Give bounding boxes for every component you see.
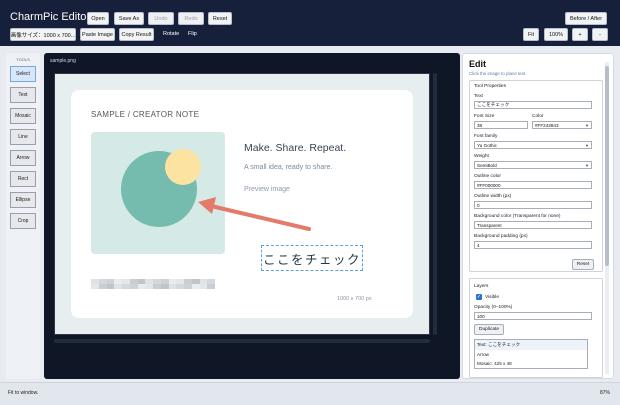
canvas-area[interactable]: sample.png SAMPLE / CREATOR NOTE Make. S… [44, 53, 460, 379]
chevron-down-icon: ▼ [585, 142, 589, 148]
layer-item[interactable]: Arrow [475, 350, 587, 360]
panel-scrollbar-thumb[interactable] [605, 66, 609, 266]
text-input[interactable]: ここをチェック [474, 101, 592, 109]
color-value: #FF243843 [535, 122, 559, 128]
font-family-value: Yu Gothic [477, 142, 497, 148]
outline-color-label: Outline color [474, 174, 501, 179]
image-canvas[interactable]: SAMPLE / CREATOR NOTE Make. Share. Repea… [54, 73, 430, 335]
outline-width-input[interactable]: 0 [474, 201, 592, 209]
undo-button[interactable]: Undo [148, 12, 174, 25]
layer-item[interactable]: Text: ここをチェック [475, 340, 587, 350]
tool-crop-button[interactable]: Crop [10, 213, 36, 229]
canvas-vertical-scrollbar[interactable] [433, 73, 437, 335]
before-after-button[interactable]: Before / After [565, 12, 607, 25]
properties-reset-button[interactable]: Reset [572, 259, 594, 270]
font-family-label: Font family [474, 134, 498, 139]
outline-color-input[interactable]: #FF000000 [474, 181, 592, 189]
tools-title: TOOLS [16, 57, 30, 62]
tool-text-button[interactable]: Text [10, 87, 36, 103]
status-bar: Fit to window. 87% [0, 382, 620, 405]
color-select[interactable]: #FF243843 ▼ [532, 121, 592, 129]
background-padding-label: Background padding (px) [474, 234, 528, 239]
opacity-label: Opacity (0–100%) [474, 305, 513, 310]
opacity-input[interactable]: 100 [474, 312, 592, 320]
font-family-select[interactable]: Yu Gothic ▼ [474, 141, 592, 149]
chevron-down-icon: ▼ [585, 122, 589, 128]
open-button[interactable]: Open [87, 12, 109, 25]
app-title: CharmPic Editor [10, 11, 91, 23]
visible-checkbox[interactable]: ✓ [476, 294, 482, 300]
file-name-label: sample.png [50, 58, 76, 64]
text-label: Text [474, 94, 483, 99]
save-as-button[interactable]: Save As [114, 12, 144, 25]
tool-properties-section: Tool Properties Text ここをチェック Font Size 3… [469, 80, 603, 272]
layers-section: Layers ✓ Visible Opacity (0–100%) 100 Du… [469, 278, 603, 378]
tools-panel: TOOLS Select Text Mosaic Line Arrow Rect… [6, 53, 40, 379]
zoom-out-button[interactable]: - [592, 28, 608, 41]
layer-item[interactable]: Mosaic: 425 x 48 [475, 359, 587, 368]
chevron-down-icon: ▼ [585, 162, 589, 168]
weight-value: SemiBold [477, 162, 497, 168]
arrow-head [198, 197, 216, 214]
edit-panel: Edit Click the image to place text. Tool… [462, 53, 614, 379]
background-padding-input[interactable]: 4 [474, 241, 592, 249]
redo-button[interactable]: Redo [178, 12, 204, 25]
arrow-shaft [209, 204, 311, 231]
duplicate-button[interactable]: Duplicate [474, 324, 504, 335]
tool-arrow-button[interactable]: Arrow [10, 150, 36, 166]
zoom-level-button[interactable]: 100% [544, 28, 568, 41]
tool-properties-title: Tool Properties [474, 84, 506, 89]
background-color-label: Background color (Transparent for none) [474, 214, 561, 219]
edit-title: Edit [469, 59, 486, 69]
fit-button[interactable]: Fit [523, 28, 539, 41]
visible-label: Visible [485, 295, 500, 300]
rotate-button[interactable]: Rotate [163, 31, 179, 37]
zoom-in-button[interactable]: + [572, 28, 588, 41]
copy-result-button[interactable]: Copy Result [119, 28, 154, 41]
status-message: Fit to window. [8, 390, 39, 396]
edit-hint: Click the image to place text. [469, 71, 527, 76]
tool-select-button[interactable]: Select [10, 66, 36, 82]
tool-mosaic-button[interactable]: Mosaic [10, 108, 36, 124]
tool-line-button[interactable]: Line [10, 129, 36, 145]
font-size-input[interactable]: 38 [474, 121, 528, 129]
layers-title: Layers [474, 284, 489, 289]
status-zoom: 87% [599, 390, 610, 396]
weight-label: Weight [474, 154, 489, 159]
background-color-input[interactable]: Transparent [474, 221, 592, 229]
weight-select[interactable]: SemiBold ▼ [474, 161, 592, 169]
tool-rect-button[interactable]: Rect [10, 171, 36, 187]
color-label: Color [532, 114, 544, 119]
tool-ellipse-button[interactable]: Ellipse [10, 192, 36, 208]
layers-list[interactable]: Text: ここをチェック Arrow Mosaic: 425 x 48 [474, 339, 588, 369]
preview-card: SAMPLE / CREATOR NOTE Make. Share. Repea… [71, 90, 413, 318]
paste-image-button[interactable]: Paste Image [80, 28, 115, 41]
app-header: CharmPic Editor Open Save As Undo Redo R… [0, 0, 620, 46]
outline-width-label: Outline width (px) [474, 194, 512, 199]
image-size-button[interactable]: 画像サイズ：1000 x 700... [10, 28, 76, 41]
panel-scrollbar[interactable] [605, 62, 609, 374]
font-size-label: Font Size [474, 114, 495, 119]
reset-button[interactable]: Reset [208, 12, 232, 25]
arrow-annotation[interactable] [71, 90, 413, 318]
flip-button[interactable]: Flip [188, 31, 197, 37]
canvas-horizontal-scrollbar[interactable] [54, 339, 430, 343]
